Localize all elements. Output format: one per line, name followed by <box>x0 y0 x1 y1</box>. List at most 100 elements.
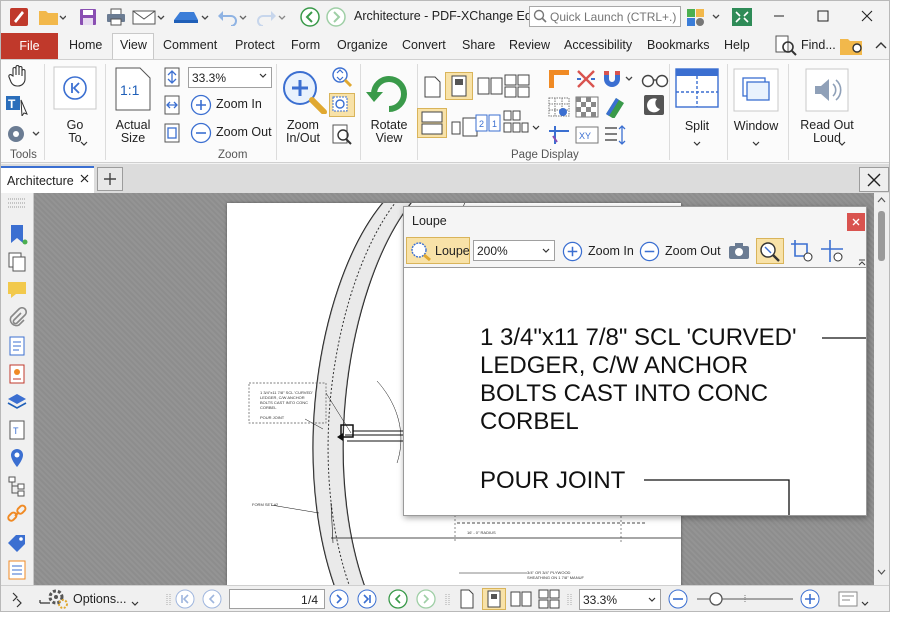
close-tab-icon[interactable] <box>80 171 89 186</box>
tab-form[interactable]: Form <box>291 38 320 52</box>
grid-icon[interactable] <box>547 96 571 121</box>
camera-icon[interactable] <box>727 241 751 264</box>
zoom-in-button[interactable]: Zoom In <box>216 98 262 111</box>
window-icon[interactable] <box>733 68 779 115</box>
tab-home[interactable]: Home <box>69 38 102 52</box>
comments-icon[interactable] <box>6 279 28 301</box>
destinations-icon[interactable] <box>6 447 28 469</box>
split-view-icon[interactable] <box>675 68 719 115</box>
loupe-zoom-select[interactable]: 200% <box>473 240 555 261</box>
loupe-zoom-in-icon[interactable] <box>562 241 583 265</box>
page-number-field[interactable]: 1 /4 <box>229 589 325 609</box>
loupe-toggle-button[interactable]: Loupe <box>406 237 470 264</box>
vertical-scrollbar[interactable] <box>874 193 889 585</box>
vertical-scroll-thumb[interactable] <box>878 211 885 261</box>
content-icon[interactable]: T <box>6 419 28 441</box>
scan-icon[interactable] <box>171 7 211 27</box>
zoom-level-select[interactable]: 33.3% <box>188 67 272 88</box>
rulers-icon[interactable] <box>547 68 571 93</box>
one-column-icon[interactable] <box>445 72 473 100</box>
redo-icon[interactable] <box>253 7 287 27</box>
tab-comment[interactable]: Comment <box>163 38 217 52</box>
loupe-zoom-out-icon[interactable] <box>639 241 660 265</box>
first-page-button[interactable] <box>174 589 196 609</box>
go-to-icon[interactable] <box>53 66 97 113</box>
fit-page-icon[interactable] <box>162 67 182 90</box>
forward-view-button[interactable] <box>415 589 437 609</box>
tab-protect[interactable]: Protect <box>235 38 275 52</box>
actual-size-button[interactable]: Actual Size <box>109 119 157 145</box>
speaker-icon[interactable] <box>805 68 849 115</box>
tab-share[interactable]: Share <box>462 38 495 52</box>
save-icon[interactable] <box>77 7 99 27</box>
lock-view-icon[interactable] <box>756 238 784 264</box>
magnifier-zoom-icon[interactable] <box>280 68 328 117</box>
undo-icon[interactable] <box>215 7 249 27</box>
split-button[interactable]: Split <box>674 120 720 133</box>
scroll-up-icon[interactable] <box>877 197 886 203</box>
minimize-button[interactable] <box>757 1 801 31</box>
email-icon[interactable] <box>131 7 167 27</box>
tab-view[interactable]: View <box>120 38 147 52</box>
page-numbers-icon[interactable]: 21 <box>475 113 501 138</box>
file-tab[interactable]: File <box>1 33 58 59</box>
document-tab[interactable]: Architecture <box>1 166 94 193</box>
status-zoom-select[interactable]: 33.3% <box>579 589 661 610</box>
snap-icon[interactable] <box>575 68 597 93</box>
customize-toolbar-icon[interactable] <box>685 7 725 27</box>
structure-icon[interactable] <box>6 475 28 497</box>
back-nav-icon[interactable] <box>299 7 321 27</box>
continuous-pages-icon[interactable] <box>417 108 447 138</box>
status-zoom-in-button[interactable] <box>799 589 821 609</box>
rotate-view-button[interactable]: Rotate View <box>367 119 411 145</box>
links-icon[interactable] <box>6 503 28 525</box>
continuous-view-button[interactable] <box>482 588 506 610</box>
quick-launch-input[interactable] <box>550 8 678 25</box>
zoom-in-icon[interactable] <box>190 94 212 119</box>
zoom-out-icon[interactable] <box>190 122 212 147</box>
tab-convert[interactable]: Convert <box>402 38 446 52</box>
quick-launch-box[interactable] <box>529 6 681 27</box>
single-page-icon[interactable] <box>423 76 441 101</box>
maximize-button[interactable] <box>801 1 845 31</box>
print-icon[interactable] <box>105 7 127 27</box>
status-zoom-out-button[interactable] <box>667 589 689 609</box>
two-pages-icon[interactable] <box>477 76 503 101</box>
tab-organize[interactable]: Organize <box>337 38 388 52</box>
close-window-button[interactable] <box>845 1 889 31</box>
loupe-window[interactable]: Loupe Loupe 200% Zoom In Zoom Out 1 3/4"… <box>403 206 867 516</box>
window-button[interactable]: Window <box>731 120 781 133</box>
tab-help[interactable]: Help <box>724 38 750 52</box>
coordinates-icon[interactable]: XY <box>575 124 599 149</box>
options-button[interactable]: Options... <box>73 592 127 606</box>
close-document-button[interactable] <box>859 167 889 192</box>
fullscreen-icon[interactable] <box>730 7 754 27</box>
show-glasses-icon[interactable] <box>641 68 669 93</box>
options-gear-icon[interactable] <box>47 588 69 611</box>
thumbnails-icon[interactable] <box>6 251 28 273</box>
fit-width-icon[interactable] <box>162 95 182 118</box>
loupe-close-button[interactable] <box>847 213 865 231</box>
open-folder-icon[interactable] <box>37 7 67 27</box>
next-page-button[interactable] <box>328 589 350 609</box>
bookmarks-icon[interactable] <box>6 223 28 245</box>
back-view-button[interactable] <box>387 589 409 609</box>
loupe-zoom-out-button[interactable]: Zoom Out <box>665 244 721 258</box>
panel-toggle-icon[interactable] <box>11 592 23 611</box>
hand-tool-icon[interactable] <box>7 64 29 91</box>
signatures-icon[interactable] <box>6 363 28 385</box>
new-tab-button[interactable] <box>97 167 123 191</box>
pan-zoom-icon[interactable] <box>331 123 353 148</box>
actual-size-icon[interactable]: 1:1 <box>114 67 152 114</box>
facing-view-button[interactable] <box>510 589 532 609</box>
tab-review[interactable]: Review <box>509 38 550 52</box>
night-mode-icon[interactable] <box>643 94 665 119</box>
tags-icon[interactable] <box>6 533 28 555</box>
dynamic-zoom-icon[interactable] <box>331 66 353 91</box>
crosshair-icon[interactable] <box>820 239 846 266</box>
forward-nav-icon[interactable] <box>325 7 347 27</box>
app-logo-icon[interactable] <box>7 7 31 27</box>
zoom-slider[interactable] <box>695 592 795 606</box>
tab-accessibility[interactable]: Accessibility <box>564 38 632 52</box>
fit-visible-icon[interactable] <box>162 123 182 146</box>
